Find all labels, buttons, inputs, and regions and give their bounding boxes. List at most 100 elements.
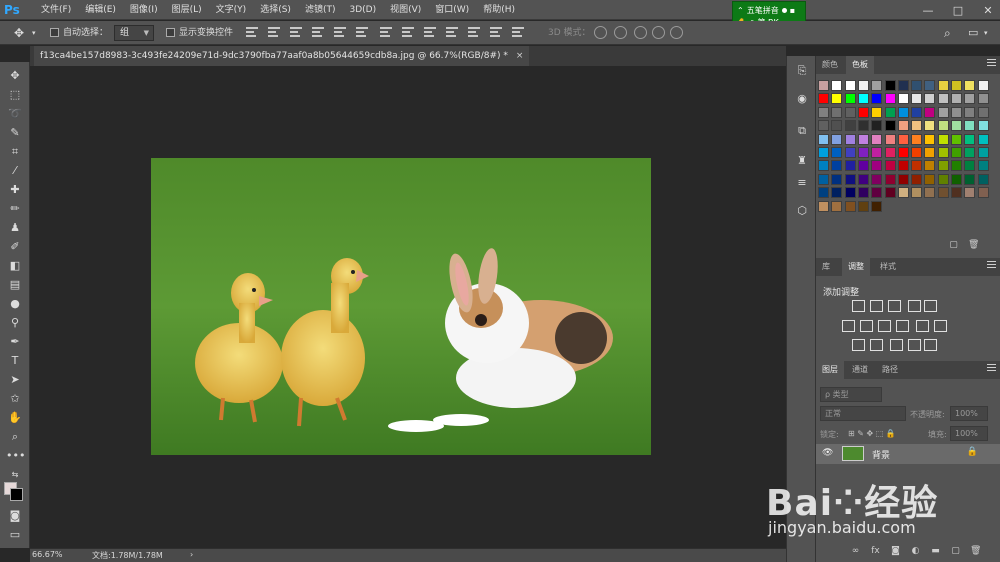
color-swatch[interactable]	[964, 160, 976, 172]
vibrance-icon[interactable]	[842, 320, 855, 332]
tab-color[interactable]: 颜色	[816, 56, 844, 74]
color-swatch[interactable]	[964, 93, 976, 105]
color-balance-icon[interactable]	[878, 320, 891, 332]
panel-menu-icon[interactable]	[987, 59, 996, 68]
color-swatch[interactable]	[844, 187, 856, 199]
color-swatch[interactable]	[937, 80, 949, 91]
gradient-map-icon[interactable]	[924, 339, 937, 351]
eraser-tool-icon[interactable]: ◧	[6, 258, 24, 274]
color-swatch[interactable]	[951, 106, 962, 118]
auto-select-checkbox[interactable]: 自动选择：	[50, 21, 108, 45]
hue-sat-icon[interactable]	[860, 320, 873, 332]
color-swatch[interactable]	[977, 80, 989, 91]
align-icon-10[interactable]	[468, 27, 480, 39]
menu-item-3[interactable]: 图层(L)	[165, 0, 209, 20]
color-swatch[interactable]	[831, 106, 843, 118]
color-swatch[interactable]	[818, 133, 829, 145]
color-swatch[interactable]	[818, 80, 829, 91]
color-swatch[interactable]	[977, 120, 989, 132]
color-swatch[interactable]	[924, 133, 936, 145]
color-swatch[interactable]	[857, 173, 869, 185]
menu-item-0[interactable]: 文件(F)	[34, 0, 78, 20]
3d-cube-icon[interactable]: ⬡	[793, 202, 811, 220]
menu-item-4[interactable]: 文字(Y)	[209, 0, 254, 20]
color-swatch[interactable]	[951, 93, 962, 105]
color-swatch[interactable]	[951, 160, 962, 172]
blend-mode-dropdown[interactable]: 正常	[820, 406, 906, 421]
color-swatch[interactable]	[831, 93, 843, 105]
fill-input[interactable]: 100%	[950, 426, 988, 441]
screen-mode-icon[interactable]: ▭	[6, 527, 24, 543]
color-swatch[interactable]	[884, 187, 896, 199]
color-swatch[interactable]	[924, 187, 936, 199]
color-swatch[interactable]	[857, 187, 869, 199]
color-swatch[interactable]	[884, 120, 896, 132]
color-swatch[interactable]	[977, 93, 989, 105]
color-swatch[interactable]	[911, 120, 923, 132]
blur-tool-icon[interactable]: ●	[6, 296, 24, 312]
document-tab[interactable]: f13ca4be157d8983-3c493fe24209e71d-9dc379…	[34, 46, 530, 66]
color-swatch[interactable]	[911, 133, 923, 145]
color-swatch[interactable]	[857, 147, 869, 158]
color-swatch[interactable]	[897, 160, 909, 172]
dodge-tool-icon[interactable]: ⚲	[6, 315, 24, 331]
color-swatch[interactable]	[818, 147, 829, 158]
document-image[interactable]	[151, 158, 651, 455]
color-swatch[interactable]	[924, 106, 936, 118]
color-swatch[interactable]	[937, 160, 949, 172]
color-swatch[interactable]	[818, 187, 829, 199]
pen-tool-icon[interactable]: ✒	[6, 334, 24, 350]
visibility-eye-icon[interactable]: 👁	[822, 448, 833, 458]
lasso-tool-icon[interactable]: ➰	[6, 106, 24, 122]
swap-colors-icon[interactable]: ⇆	[6, 467, 24, 483]
adjustment-layer-icon[interactable]: ◐	[910, 546, 921, 557]
align-icon-3[interactable]	[312, 27, 324, 39]
color-swatch[interactable]	[977, 106, 989, 118]
bw-icon[interactable]	[896, 320, 909, 332]
color-swatch[interactable]	[857, 106, 869, 118]
color-swatch[interactable]	[977, 160, 989, 172]
roll-3d-icon[interactable]	[614, 26, 627, 39]
color-swatch[interactable]	[818, 120, 829, 132]
color-swatch[interactable]	[937, 120, 949, 132]
color-swatch[interactable]	[857, 200, 869, 212]
eyedropper-tool-icon[interactable]: ⁄	[6, 163, 24, 179]
color-swatch[interactable]	[911, 93, 923, 105]
color-swatch[interactable]	[951, 80, 962, 91]
color-swatch[interactable]	[951, 173, 962, 185]
layer-row-background[interactable]: 👁 背景 🔒	[816, 444, 1000, 464]
color-swatch[interactable]	[884, 93, 896, 105]
color-swatch[interactable]	[964, 147, 976, 158]
background-color-swatch[interactable]	[10, 488, 23, 501]
color-swatch[interactable]	[897, 147, 909, 158]
zoom-level[interactable]: 66.67%	[32, 550, 63, 559]
close-icon[interactable]: ×	[516, 51, 524, 61]
color-swatch[interactable]	[911, 187, 923, 199]
color-swatch[interactable]	[964, 173, 976, 185]
invert-icon[interactable]	[852, 339, 865, 351]
show-transform-box[interactable]	[166, 28, 175, 37]
fx-icon[interactable]: fx	[870, 546, 881, 557]
tab-channels[interactable]: 通道	[846, 361, 874, 379]
color-swatch[interactable]	[857, 120, 869, 132]
color-swatch[interactable]	[818, 160, 829, 172]
color-swatch[interactable]	[831, 200, 843, 212]
color-swatch[interactable]	[818, 200, 829, 212]
color-swatch[interactable]	[897, 80, 909, 91]
brush-tool-icon[interactable]: ✏	[6, 201, 24, 217]
color-swatch[interactable]	[911, 147, 923, 158]
color-swatch[interactable]	[857, 133, 869, 145]
shape-tool-icon[interactable]: ✩	[6, 391, 24, 407]
curves-icon[interactable]	[888, 300, 901, 312]
color-swatch[interactable]	[857, 160, 869, 172]
color-swatch[interactable]	[911, 106, 923, 118]
color-swatch[interactable]	[871, 187, 883, 199]
align-icon-0[interactable]	[246, 27, 258, 39]
align-icon-1[interactable]	[268, 27, 280, 39]
color-swatch[interactable]	[964, 80, 976, 91]
color-swatch[interactable]	[844, 120, 856, 132]
tab-adjustments[interactable]: 调整	[842, 258, 870, 276]
triangle-icon[interactable]	[924, 300, 937, 312]
color-swatch[interactable]	[844, 93, 856, 105]
auto-select-dropdown[interactable]: 组 ▼	[114, 25, 154, 41]
